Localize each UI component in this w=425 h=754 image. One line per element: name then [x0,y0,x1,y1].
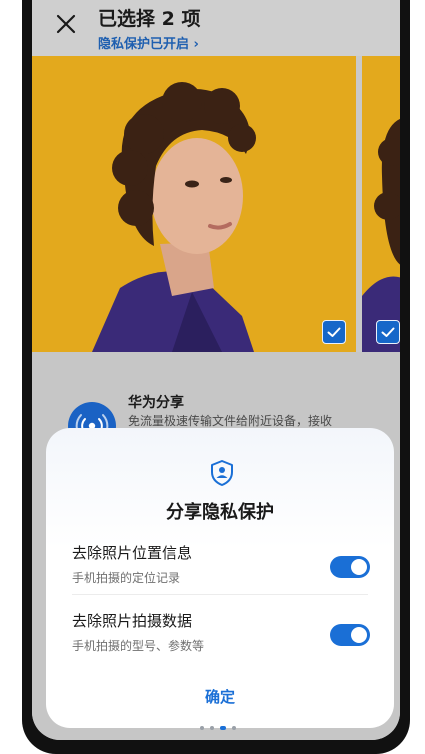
chevron-right-icon: › [193,37,199,52]
toggle-knob [351,559,367,575]
privacy-link-label: 隐私保护已开启 [98,37,190,52]
page-dot [200,726,204,730]
remove-location-option: 去除照片位置信息 手机拍摄的定位记录 [72,542,372,586]
remove-shooting-data-option: 去除照片拍摄数据 手机拍摄的型号、参数等 [72,610,372,654]
divider [72,594,368,595]
page-dot [232,726,236,730]
photo-selected-checkbox[interactable] [376,320,400,344]
remove-shooting-data-toggle[interactable] [330,624,370,646]
checkmark-icon [381,327,395,337]
close-icon [56,14,76,34]
toggle-knob [351,627,367,643]
photo-thumbnail[interactable] [362,56,400,352]
privacy-status-link[interactable]: 隐私保护已开启 › [98,33,199,52]
privacy-dialog: 分享隐私保护 去除照片位置信息 手机拍摄的定位记录 去除照片拍摄数据 手机拍摄的… [46,428,394,728]
dialog-title: 分享隐私保护 [166,502,274,523]
option-title: 去除照片拍摄数据 [72,612,193,630]
remove-location-toggle[interactable] [330,556,370,578]
confirm-button[interactable]: 确定 [46,686,394,707]
checkmark-icon [327,327,341,337]
phone-frame: 已选择 2 项 隐私保护已开启 › 华为分享 免流量极速传输文件给附近设备，接收… [22,0,410,754]
share-title: 华为分享 [128,395,184,411]
photo-selected-checkbox[interactable] [322,320,346,344]
screen: 已选择 2 项 隐私保护已开启 › 华为分享 免流量极速传输文件给附近设备，接收… [32,0,400,740]
portrait-image [362,56,400,352]
portrait-image [32,56,356,352]
option-title: 去除照片位置信息 [72,544,193,562]
close-button[interactable] [52,10,80,38]
selection-header: 已选择 2 项 隐私保护已开启 › [32,0,400,56]
page-indicator [200,726,236,730]
option-subtitle: 手机拍摄的型号、参数等 [72,639,205,653]
page-dot [210,726,214,730]
share-description: 免流量极速传输文件给附近设备，接收 [128,414,333,428]
page-dot-active [220,726,226,730]
photo-thumbnail[interactable] [32,56,356,352]
privacy-shield-icon [211,460,233,486]
option-subtitle: 手机拍摄的定位记录 [72,571,181,585]
page-title: 已选择 2 项 [98,8,201,30]
